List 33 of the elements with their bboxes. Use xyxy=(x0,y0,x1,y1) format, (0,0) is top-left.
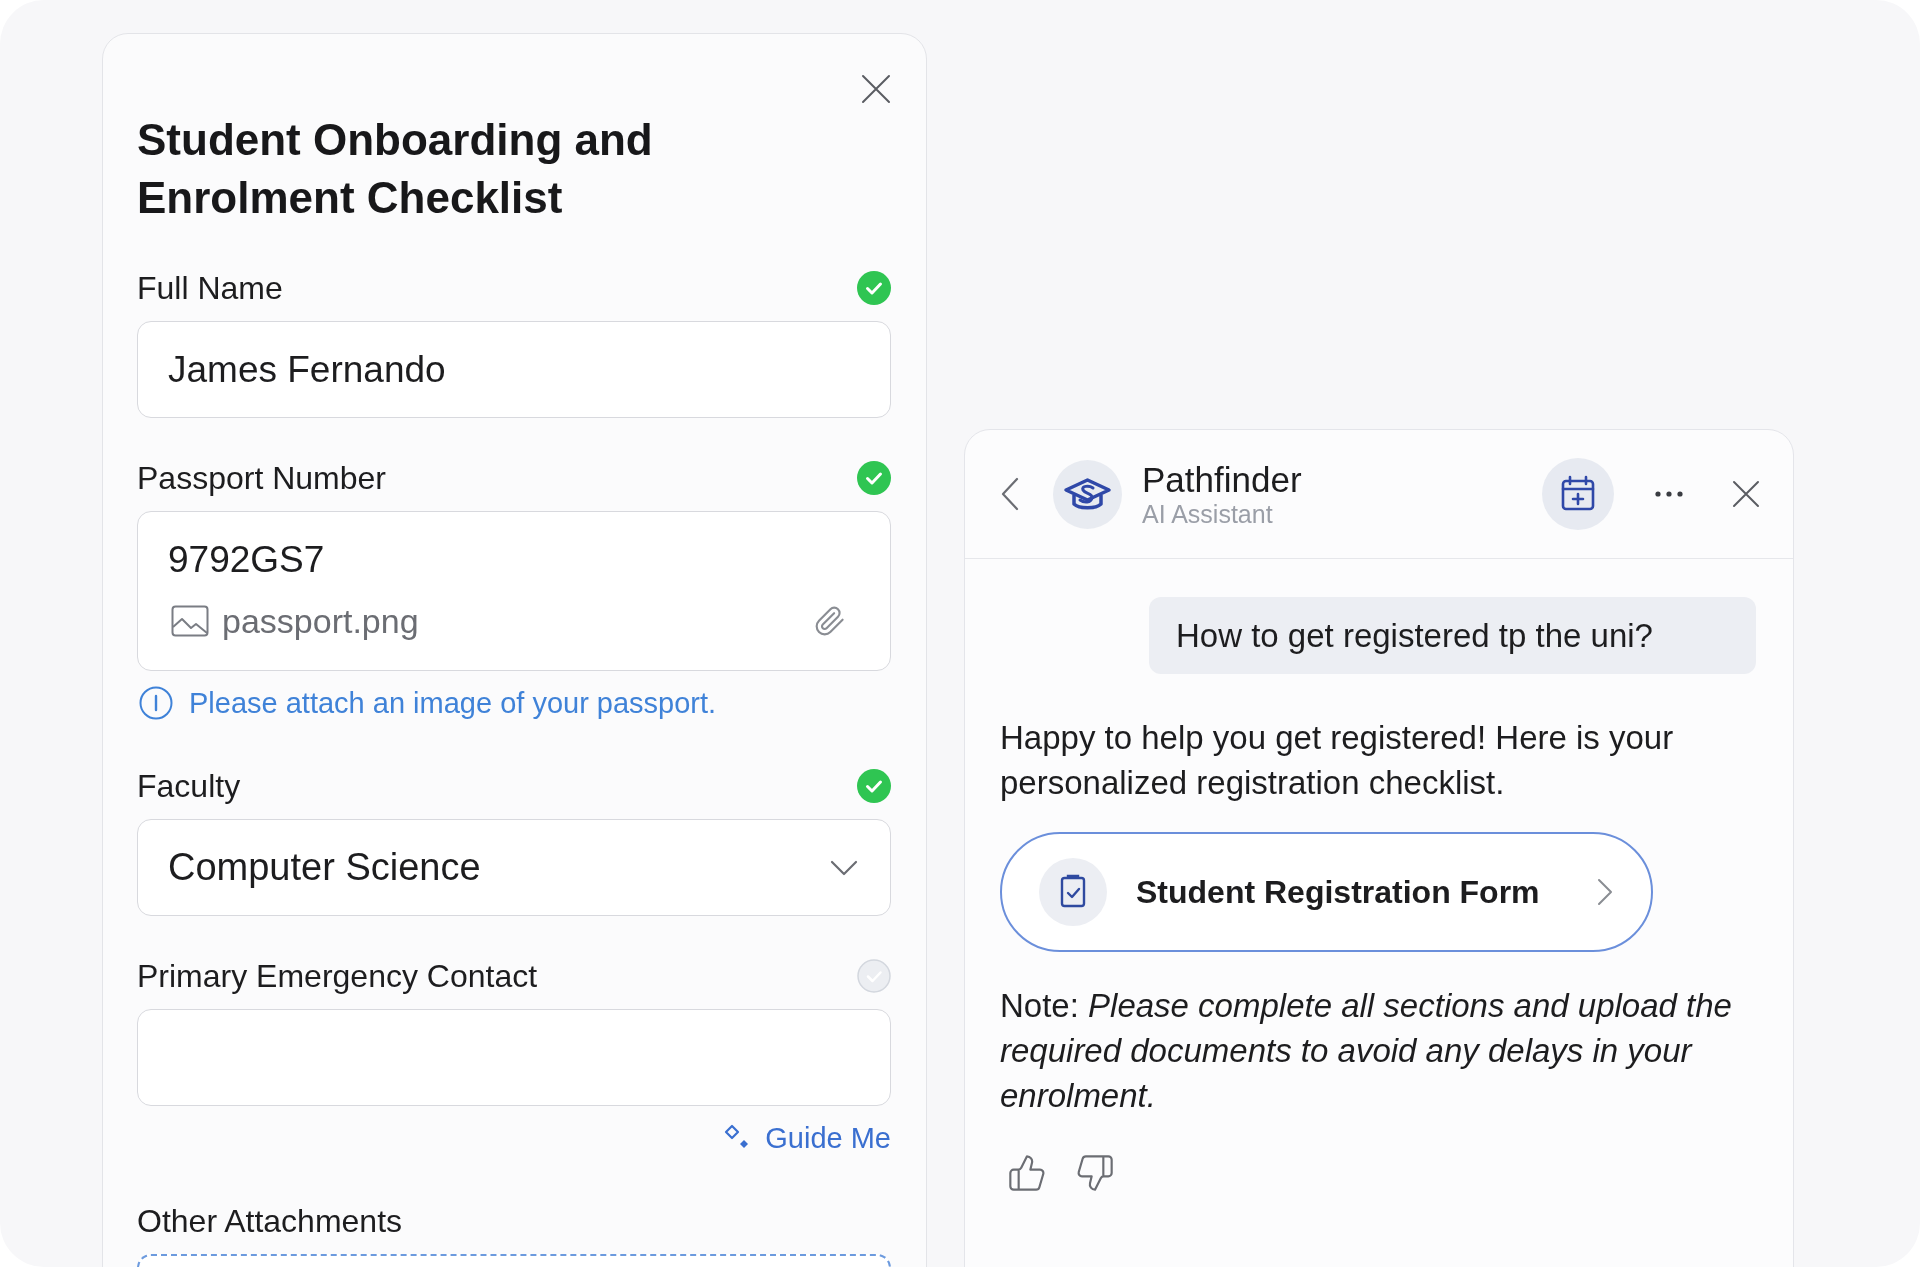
close-icon[interactable] xyxy=(861,74,891,104)
field-label: Other Attachments xyxy=(137,1203,402,1239)
assistant-message: Happy to help you get registered! Here is your personalized registration checklist. xyxy=(1000,718,1675,803)
graduation-cap-icon xyxy=(1053,459,1122,529)
input-field[interactable] xyxy=(137,1009,891,1106)
more-icon[interactable] xyxy=(1654,490,1684,498)
field-label: Passport Number xyxy=(137,460,386,496)
assistant-message: Note: Please complete all sections and upload the required documents to avoid any delays in your enrolment. xyxy=(1000,986,1733,1116)
chevron-down-icon xyxy=(830,858,858,877)
thumbs-down-icon[interactable] xyxy=(1075,1153,1115,1193)
input-field[interactable]: James Fernando xyxy=(137,321,891,418)
hint-text: Please attach an image of your passport. xyxy=(189,686,717,720)
assistant-subtitle: AI Assistant xyxy=(1142,500,1274,528)
form-title: Student Onboarding and Enrolment Checklist xyxy=(137,114,654,224)
file-field[interactable]: 9792GS7 passport.png xyxy=(137,511,891,671)
field-label: Primary Emergency Contact xyxy=(137,958,538,994)
input-field[interactable]: 9792GS7 xyxy=(168,532,860,588)
image-icon xyxy=(171,605,209,637)
form-link-card[interactable]: Student Registration Form xyxy=(1000,832,1653,952)
user-message: How to get registered tp the uni? xyxy=(1149,597,1756,674)
field-label: Faculty xyxy=(137,768,241,804)
chevron-right-icon xyxy=(1597,878,1613,906)
attachment-name: passport.png xyxy=(222,601,419,641)
clipboard-icon xyxy=(1039,858,1107,926)
guide-me-link[interactable]: Guide Me xyxy=(723,1121,891,1155)
info-icon xyxy=(139,686,173,720)
assistant-name: Pathfinder xyxy=(1142,460,1302,500)
thumbs-up-icon[interactable] xyxy=(1007,1153,1047,1193)
calendar-icon[interactable] xyxy=(1542,458,1614,530)
back-icon[interactable] xyxy=(1000,476,1020,512)
close-icon[interactable] xyxy=(1732,480,1760,508)
field-label: Full Name xyxy=(137,270,283,306)
select-field[interactable]: Computer Science xyxy=(137,819,891,916)
